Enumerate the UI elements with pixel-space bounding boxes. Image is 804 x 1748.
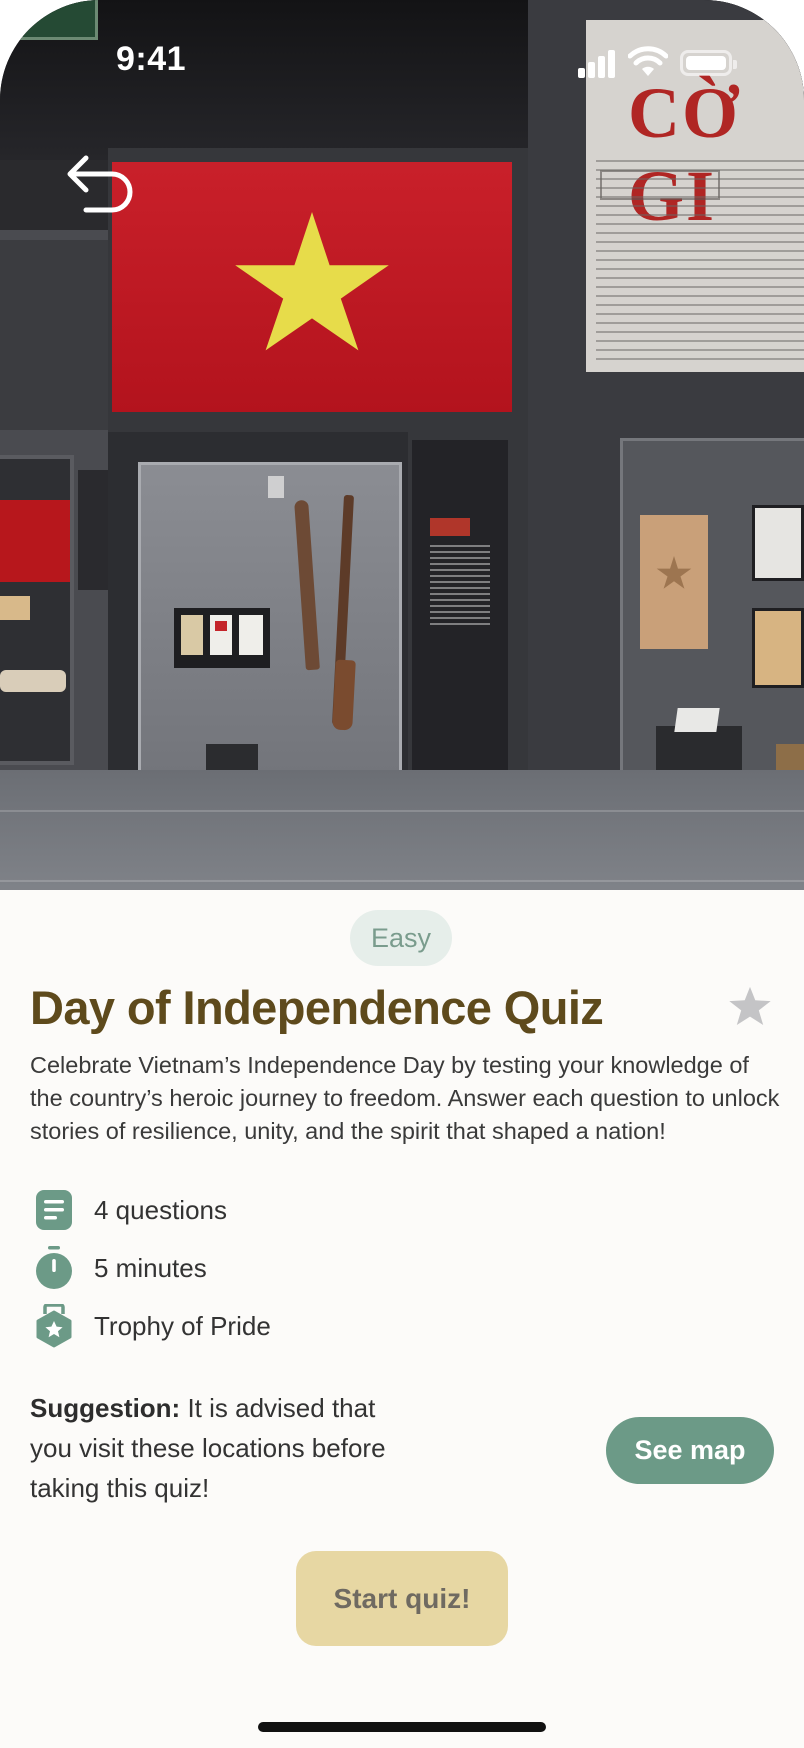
left-exhibit-paper <box>0 596 30 620</box>
exit-sign <box>20 0 98 40</box>
status-time: 9:41 <box>116 40 187 78</box>
info-panel-text <box>430 545 490 625</box>
stopwatch-icon <box>36 1246 72 1289</box>
see-map-button[interactable]: See map <box>606 1417 774 1484</box>
medal-icon <box>36 1304 72 1348</box>
home-indicator <box>258 1722 546 1732</box>
document-list-icon <box>36 1190 72 1230</box>
start-quiz-button[interactable]: Start quiz! <box>296 1551 508 1646</box>
left-exhibit-cloth <box>0 670 66 692</box>
cellular-signal-icon <box>578 48 618 78</box>
wifi-icon <box>628 46 668 76</box>
exhibit-document <box>181 615 203 655</box>
quiz-title: Day of Independence Quiz <box>30 981 604 1034</box>
exhibit-document-flag <box>210 615 232 655</box>
exhibit-document-3 <box>239 615 263 655</box>
newspaper-text <box>596 160 804 360</box>
suggestion-text: Suggestion: It is advised that you visit… <box>30 1388 410 1508</box>
left-exhibit-flag <box>0 500 70 582</box>
quiz-description: Celebrate Vietnam’s Independence Day by … <box>30 1052 780 1144</box>
detail-reward-text: Trophy of Pride <box>94 1310 271 1341</box>
exhibit-portrait <box>268 476 284 498</box>
detail-questions-text: 4 questions <box>94 1194 227 1225</box>
suggestion-label: Suggestion: <box>30 1393 181 1423</box>
detail-duration: 5 minutes <box>34 1246 207 1290</box>
right-exhibit-document <box>752 505 804 581</box>
detail-reward: Trophy of Pride <box>34 1304 271 1348</box>
mini-flag <box>215 621 227 631</box>
left-wall-panel <box>0 240 110 430</box>
exhibit-card <box>674 708 720 732</box>
detail-duration-text: 5 minutes <box>94 1252 207 1283</box>
battery-icon <box>680 50 737 76</box>
back-arrow-icon[interactable] <box>66 152 136 214</box>
floor-tile-line <box>0 880 804 882</box>
detail-questions: 4 questions <box>34 1188 227 1232</box>
left-info-panel <box>78 470 108 590</box>
info-panel-title <box>430 518 470 536</box>
right-exhibit-cloth <box>640 515 708 649</box>
hero-photo: CỜ GI <box>0 0 804 960</box>
floor-tile-line <box>0 810 804 812</box>
right-exhibit-document-2 <box>752 608 804 688</box>
difficulty-badge: Easy <box>350 910 452 966</box>
exhibit-rifle-stock <box>332 659 356 731</box>
quiz-detail-screen: CỜ GI 9:41 <box>0 0 804 1748</box>
